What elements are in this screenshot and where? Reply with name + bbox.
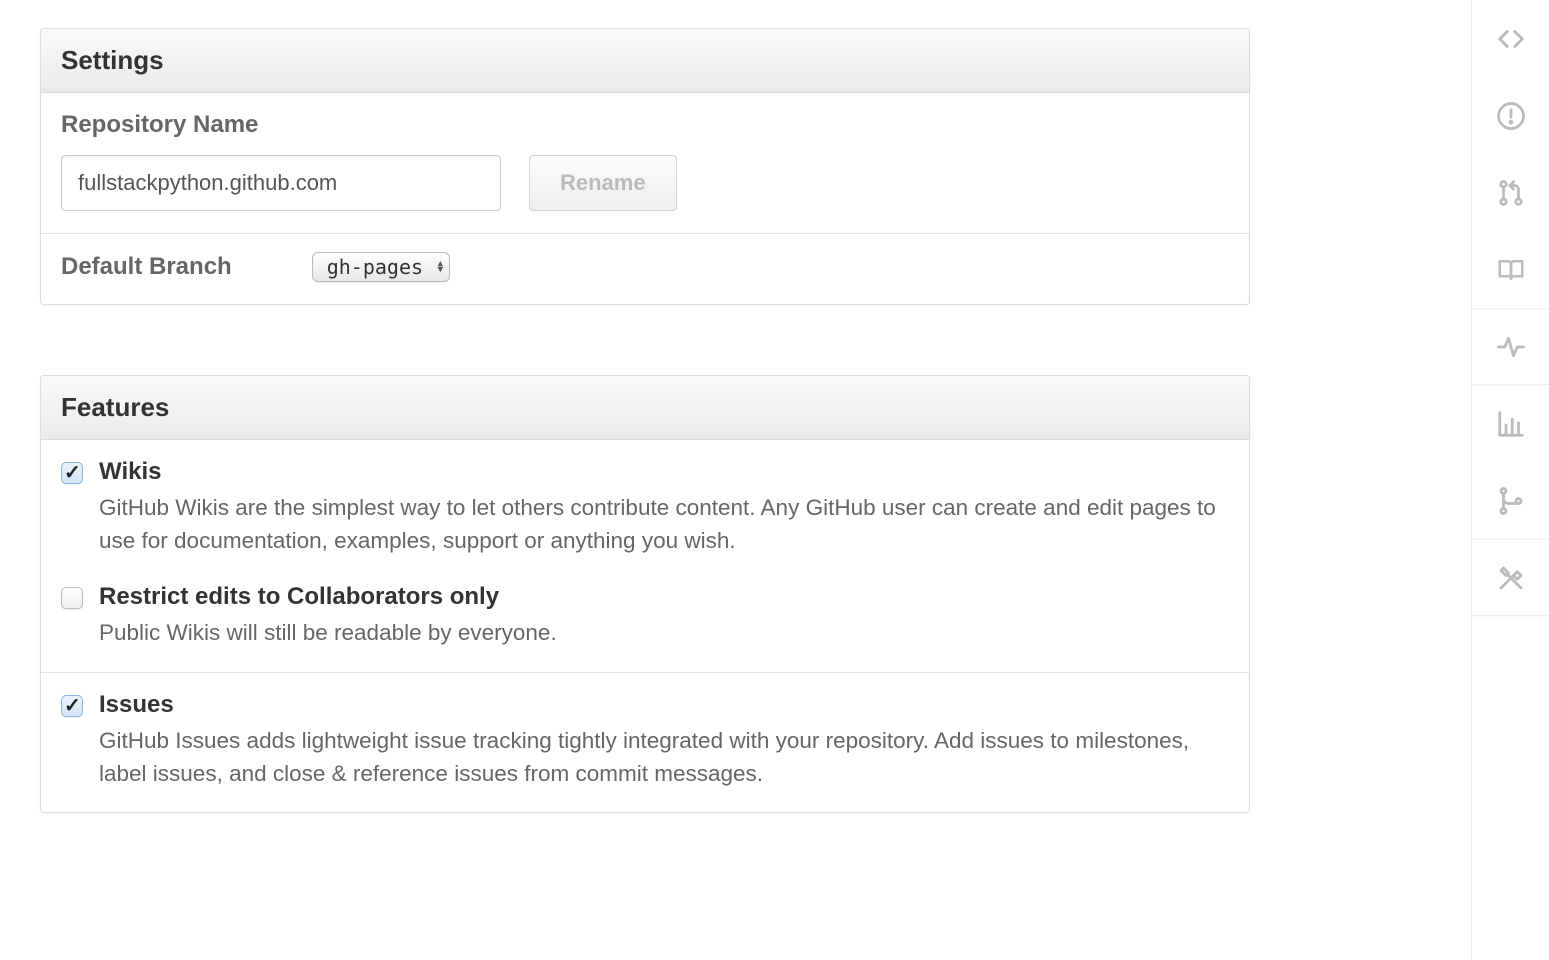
rename-button[interactable]: Rename bbox=[529, 155, 677, 211]
feature-wikis: Wikis GitHub Wikis are the simplest way … bbox=[61, 458, 1229, 557]
default-branch-select[interactable]: gh-pages ▲▼ bbox=[312, 252, 450, 282]
repo-name-label: Repository Name bbox=[61, 111, 1229, 139]
issues-title: Issues bbox=[99, 691, 1229, 719]
nav-graphs-icon[interactable] bbox=[1472, 385, 1549, 462]
select-arrows-icon: ▲▼ bbox=[438, 261, 443, 273]
repo-name-input[interactable] bbox=[61, 155, 501, 211]
wikis-title: Wikis bbox=[99, 458, 1229, 486]
default-branch-value: gh-pages bbox=[327, 255, 423, 279]
nav-pulse-icon[interactable] bbox=[1472, 308, 1549, 385]
issues-desc: GitHub Issues adds lightweight issue tra… bbox=[99, 725, 1229, 790]
nav-wiki-icon[interactable] bbox=[1472, 231, 1549, 308]
features-panel: Features Wikis GitHub Wikis are the simp… bbox=[40, 375, 1250, 813]
default-branch-label: Default Branch bbox=[61, 253, 232, 281]
settings-panel: Settings Repository Name Rename Default … bbox=[40, 28, 1250, 305]
nav-settings-icon[interactable] bbox=[1472, 539, 1549, 616]
settings-panel-title: Settings bbox=[41, 29, 1249, 93]
right-nav bbox=[1471, 0, 1549, 960]
features-section-top: Wikis GitHub Wikis are the simplest way … bbox=[41, 440, 1249, 673]
feature-restrict: Restrict edits to Collaborators only Pub… bbox=[61, 583, 1229, 650]
restrict-desc: Public Wikis will still be readable by e… bbox=[99, 617, 1229, 650]
feature-issues: Issues GitHub Issues adds lightweight is… bbox=[61, 691, 1229, 790]
restrict-title: Restrict edits to Collaborators only bbox=[99, 583, 1229, 611]
restrict-checkbox[interactable] bbox=[61, 587, 83, 609]
wikis-desc: GitHub Wikis are the simplest way to let… bbox=[99, 492, 1229, 557]
features-panel-title: Features bbox=[41, 376, 1249, 440]
nav-issues-icon[interactable] bbox=[1472, 77, 1549, 154]
features-section-issues: Issues GitHub Issues adds lightweight is… bbox=[41, 673, 1249, 812]
nav-code-icon[interactable] bbox=[1472, 0, 1549, 77]
default-branch-section: Default Branch gh-pages ▲▼ bbox=[41, 234, 1249, 304]
repo-name-section: Repository Name Rename bbox=[41, 93, 1249, 234]
nav-network-icon[interactable] bbox=[1472, 462, 1549, 539]
nav-pull-requests-icon[interactable] bbox=[1472, 154, 1549, 231]
issues-checkbox[interactable] bbox=[61, 695, 83, 717]
wikis-checkbox[interactable] bbox=[61, 462, 83, 484]
